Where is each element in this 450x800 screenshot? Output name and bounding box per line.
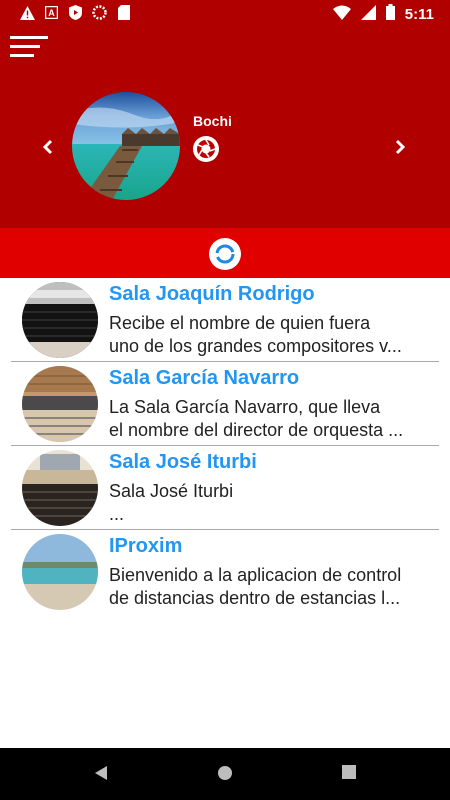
description-line: uno de los grandes compositores v... — [109, 336, 402, 356]
status-icons-right: 5:11 — [332, 4, 434, 25]
signal-icon — [360, 4, 376, 25]
profile-header: Bochi — [0, 28, 450, 228]
status-time: 5:11 — [404, 6, 434, 23]
description-line: Sala José Iturbi — [109, 481, 234, 501]
item-title: IProxim — [109, 535, 183, 557]
description-line: Bienvenido a la aplicacion de control — [109, 565, 402, 585]
room-thumbnail — [22, 534, 98, 610]
wifi-icon — [332, 5, 351, 25]
list-item[interactable]: Sala Joaquín Rodrigo Recibe el nombre de… — [11, 278, 439, 362]
refresh-strip — [0, 228, 450, 278]
room-thumbnail — [22, 366, 98, 442]
profile-avatar[interactable] — [72, 92, 180, 200]
user-name: Bochi — [193, 113, 232, 129]
recents-icon[interactable] — [342, 765, 356, 784]
warning-icon — [20, 5, 35, 20]
battery-icon — [385, 4, 395, 25]
sd-card-icon — [116, 5, 131, 20]
item-description: Sala José Iturbi ... — [109, 480, 431, 526]
a-box-icon: A — [44, 5, 59, 20]
svg-text:A: A — [48, 8, 55, 18]
camera-shutter-icon[interactable] — [193, 136, 219, 162]
list-item[interactable]: IProxim Bienvenido a la aplicacion de co… — [11, 530, 439, 613]
description-line: el nombre del director de orquesta ... — [109, 420, 404, 440]
list-item[interactable]: Sala José Iturbi Sala José Iturbi ... — [11, 446, 439, 530]
spinner-icon — [92, 5, 107, 20]
item-description: Recibe el nombre de quien fuera uno de l… — [109, 312, 431, 358]
description-line: Recibe el nombre de quien fuera — [109, 313, 371, 333]
refresh-icon[interactable] — [209, 238, 241, 270]
item-description: La Sala García Navarro, que lleva el nom… — [109, 396, 431, 442]
item-description: Bienvenido a la aplicacion de control de… — [109, 564, 431, 610]
item-title: Sala José Iturbi — [109, 451, 257, 473]
chevron-left-icon[interactable] — [42, 135, 53, 161]
list-item[interactable]: Sala García Navarro La Sala García Navar… — [11, 362, 439, 446]
item-title: Sala García Navarro — [109, 367, 300, 389]
description-line: de distancias dentro de estancias l... — [109, 588, 401, 608]
room-list: Sala Joaquín Rodrigo Recibe el nombre de… — [0, 278, 450, 613]
hamburger-icon[interactable] — [10, 36, 50, 60]
room-thumbnail — [22, 282, 98, 358]
status-icons-left: A — [20, 5, 131, 20]
home-icon[interactable] — [217, 765, 233, 786]
navigation-bar — [0, 748, 450, 800]
description-line: La Sala García Navarro, que lleva — [109, 397, 381, 417]
play-shield-icon — [68, 5, 83, 20]
back-icon[interactable] — [94, 765, 108, 786]
item-title: Sala Joaquín Rodrigo — [109, 283, 315, 305]
description-line: ... — [109, 504, 125, 524]
room-thumbnail — [22, 450, 98, 526]
status-bar: A 5:11 — [0, 0, 450, 28]
chevron-right-icon[interactable] — [395, 135, 406, 161]
